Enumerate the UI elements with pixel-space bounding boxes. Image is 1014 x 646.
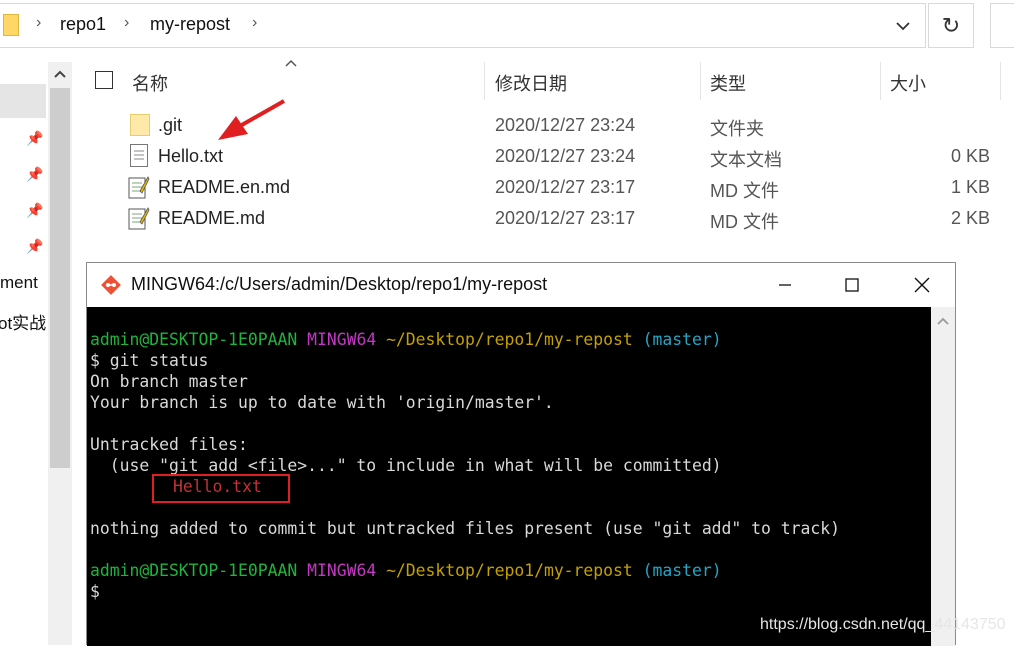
terminal-window[interactable]: MINGW64:/c/Users/admin/Desktop/repo1/my-… xyxy=(86,262,956,646)
folder-icon xyxy=(3,14,19,36)
file-name: README.md xyxy=(158,208,266,228)
column-divider[interactable] xyxy=(484,62,485,100)
terminal-line: Untracked files: xyxy=(90,435,248,454)
column-header-type[interactable]: 类型 xyxy=(710,70,746,96)
annotation-arrow xyxy=(214,98,288,144)
terminal-cursor-line: $ xyxy=(90,582,100,601)
file-modified: 2020/12/27 23:24 xyxy=(495,146,636,166)
breadcrumb-separator[interactable]: › xyxy=(252,14,257,32)
nav-selected-item[interactable] xyxy=(0,84,46,118)
nav-item[interactable]: ment xyxy=(0,273,38,293)
text-file-icon xyxy=(130,144,148,167)
close-button[interactable] xyxy=(899,269,945,301)
terminal-command: $ git status xyxy=(90,351,209,370)
chevron-down-icon[interactable] xyxy=(890,14,916,38)
file-modified: 2020/12/27 23:17 xyxy=(495,208,636,228)
sort-up-icon xyxy=(283,56,299,68)
pin-icon: 📌 xyxy=(26,202,44,218)
prompt-user: admin@DESKTOP-1E0PAAN xyxy=(90,561,298,580)
table-row[interactable]: README.en.md 2020/12/27 23:17 MD 文件 1 KB xyxy=(90,174,1000,202)
refresh-icon: ↻ xyxy=(941,12,961,38)
file-name: README.en.md xyxy=(158,177,291,197)
file-type: 文件夹 xyxy=(710,119,764,139)
search-box[interactable] xyxy=(990,3,1014,48)
terminal-line: (use "git add <file>..." to include in w… xyxy=(90,456,722,475)
prompt-env: MINGW64 xyxy=(307,561,377,580)
prompt-path: ~/Desktop/repo1/my-repost xyxy=(386,561,633,580)
scroll-up-icon[interactable] xyxy=(50,64,70,84)
terminal-output[interactable]: admin@DESKTOP-1E0PAAN MINGW64 ~/Desktop/… xyxy=(87,307,931,646)
terminal-line: On branch master xyxy=(90,372,248,391)
maximize-button[interactable] xyxy=(829,269,875,301)
select-all-checkbox[interactable] xyxy=(95,71,113,89)
terminal-line: nothing added to commit but untracked fi… xyxy=(90,519,840,538)
terminal-line: Your branch is up to date with 'origin/m… xyxy=(90,393,554,412)
table-row[interactable]: README.md 2020/12/27 23:17 MD 文件 2 KB xyxy=(90,205,1000,233)
breadcrumb-repo1[interactable]: repo1 xyxy=(60,14,106,35)
file-type: MD 文件 xyxy=(710,181,779,201)
breadcrumb-separator[interactable]: › xyxy=(124,14,129,32)
column-header-size[interactable]: 大小 xyxy=(890,70,926,96)
pin-icon: 📌 xyxy=(26,130,44,146)
file-name: Hello.txt xyxy=(158,146,224,166)
md-file-icon xyxy=(128,206,150,230)
column-divider[interactable] xyxy=(1000,62,1001,100)
terminal-scrollbar[interactable] xyxy=(931,307,955,646)
annotation-box xyxy=(152,474,290,503)
file-size: 0 KB xyxy=(950,146,990,166)
terminal-prompt-line: admin@DESKTOP-1E0PAAN MINGW64 ~/Desktop/… xyxy=(90,329,722,350)
folder-icon xyxy=(130,114,150,136)
pin-icon: 📌 xyxy=(26,238,44,254)
git-bash-icon xyxy=(99,273,123,297)
minimize-button[interactable] xyxy=(762,269,808,301)
address-bar: › repo1 › my-repost › ↻ xyxy=(0,0,1014,52)
address-field[interactable] xyxy=(0,3,926,48)
prompt-branch: (master) xyxy=(642,561,722,580)
file-modified: 2020/12/27 23:24 xyxy=(495,115,636,135)
breadcrumb-my-repost[interactable]: my-repost xyxy=(150,14,230,35)
column-header-modified[interactable]: 修改日期 xyxy=(495,70,567,96)
prompt-env: MINGW64 xyxy=(307,330,377,349)
column-divider[interactable] xyxy=(880,62,881,100)
terminal-titlebar[interactable]: MINGW64:/c/Users/admin/Desktop/repo1/my-… xyxy=(87,263,955,307)
file-type: 文本文档 xyxy=(710,150,782,170)
prompt-branch: (master) xyxy=(642,330,722,349)
nav-scrollbar-thumb[interactable] xyxy=(50,88,70,468)
file-size: 1 KB xyxy=(950,177,990,197)
file-modified: 2020/12/27 23:17 xyxy=(495,177,636,197)
md-file-icon xyxy=(128,175,150,199)
file-type: MD 文件 xyxy=(710,212,779,232)
watermark-text: https://blog.csdn.net/qq_44143750 xyxy=(760,616,1006,633)
prompt-path: ~/Desktop/repo1/my-repost xyxy=(386,330,633,349)
column-divider[interactable] xyxy=(700,62,701,100)
terminal-title: MINGW64:/c/Users/admin/Desktop/repo1/my-… xyxy=(131,274,548,294)
column-header-name[interactable]: 名称 xyxy=(132,70,168,96)
table-row[interactable]: Hello.txt 2020/12/27 23:24 文本文档 0 KB xyxy=(90,143,1000,171)
terminal-prompt-line: admin@DESKTOP-1E0PAAN MINGW64 ~/Desktop/… xyxy=(90,560,722,581)
file-size: 2 KB xyxy=(950,208,990,228)
scroll-up-icon[interactable] xyxy=(931,311,955,331)
prompt-user: admin@DESKTOP-1E0PAAN xyxy=(90,330,298,349)
pin-icon: 📌 xyxy=(26,166,44,182)
file-name: .git xyxy=(158,115,183,135)
refresh-button[interactable]: ↻ xyxy=(928,3,974,48)
nav-item[interactable]: ot实战 xyxy=(0,309,46,334)
breadcrumb-separator[interactable]: › xyxy=(36,14,41,32)
